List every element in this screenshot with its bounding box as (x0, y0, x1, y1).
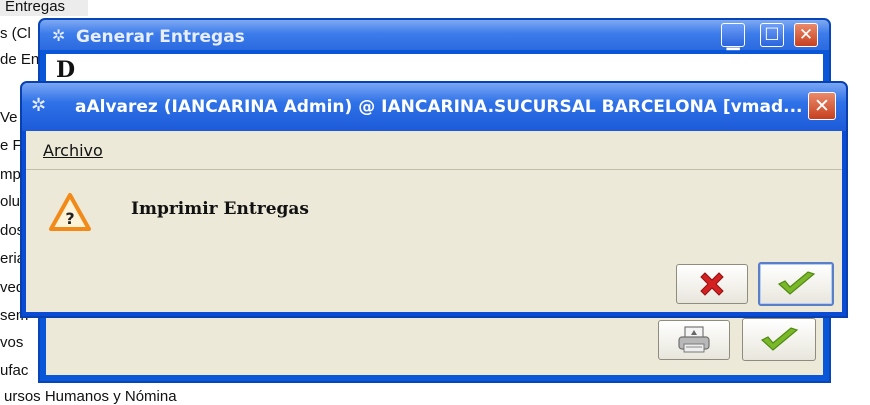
dialog-menubar: Archivo (26, 131, 842, 170)
bg-menu-item[interactable]: mp (0, 166, 21, 183)
menu-archivo[interactable]: Archivo (43, 141, 103, 160)
dialog-close-button[interactable]: ✕ (808, 92, 836, 120)
ok-check-icon (760, 326, 799, 351)
maximize-button[interactable]: ☐ (760, 23, 784, 47)
window-titlebar[interactable]: ✲ Generar Entregas ▁ ☐ ✕ (40, 20, 829, 51)
bg-menu-item[interactable]: vos (0, 334, 23, 351)
bg-menu-item[interactable]: de En (0, 51, 39, 68)
gear-icon: ✲ (52, 26, 66, 45)
window-button-bar (46, 311, 823, 375)
close-icon: ✕ (798, 25, 814, 45)
content-heading: D (56, 57, 76, 83)
cancel-x-icon (700, 272, 724, 296)
minimize-icon: ▁ (726, 31, 740, 51)
bg-menu-item[interactable]: s (Cl (0, 25, 31, 42)
maximize-icon: ☐ (764, 25, 780, 45)
print-button[interactable] (658, 320, 730, 360)
close-icon: ✕ (814, 95, 830, 117)
dialog-title: aAlvarez (IANCARINA Admin) @ IANCARINA.S… (75, 97, 803, 117)
gear-icon: ✲ (31, 95, 47, 116)
ok-button[interactable] (758, 262, 834, 306)
close-button[interactable]: ✕ (794, 23, 818, 47)
bg-menu-item-entregas[interactable]: Entregas (5, 0, 65, 15)
printer-icon (678, 326, 710, 353)
dialog-titlebar[interactable]: ✲ aAlvarez (IANCARINA Admin) @ IANCARINA… (22, 83, 846, 131)
minimize-button[interactable]: ▁ (721, 23, 745, 51)
window-title: Generar Entregas (76, 27, 245, 47)
bg-menu-item[interactable]: Ve (0, 109, 18, 126)
bg-menu-item[interactable]: olu (0, 193, 20, 210)
bg-menu-item-recursos-humanos[interactable]: ursos Humanos y Nómina (4, 388, 177, 405)
ok-button[interactable] (742, 318, 816, 361)
bg-menu-item[interactable]: ufac (0, 362, 28, 379)
ok-check-icon (777, 271, 816, 295)
dialog-body: Archivo ? Imprimir Entregas (26, 131, 842, 312)
bg-menu-item[interactable]: e F (0, 137, 22, 154)
dialog-message: Imprimir Entregas (131, 199, 309, 219)
svg-text:?: ? (65, 209, 74, 228)
cancel-button[interactable] (676, 264, 748, 304)
confirm-dialog: ✲ aAlvarez (IANCARINA Admin) @ IANCARINA… (20, 81, 848, 318)
question-warning-icon: ? (49, 193, 91, 231)
